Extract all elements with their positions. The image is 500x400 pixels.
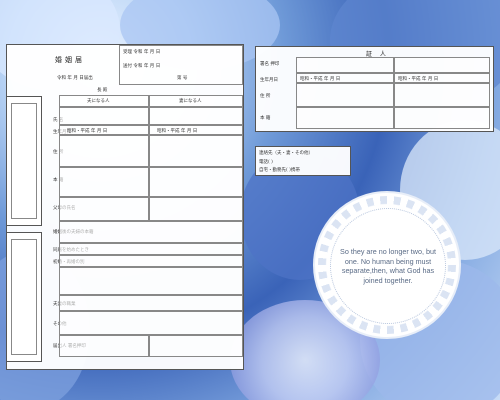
wife-name-field[interactable] [149,107,243,125]
other-field[interactable] [59,311,243,335]
husband-name-field[interactable] [59,107,149,125]
witness-2-address[interactable] [394,83,490,107]
household-type-field[interactable] [59,267,243,295]
witness-birth-label: 生年月日 [260,78,278,83]
wife-birth-text: 昭和・平成 年 月 日 [157,129,198,134]
witness-1-address[interactable] [296,83,394,107]
witness-address-label: 住 所 [260,94,271,99]
margin-note-column [6,96,42,226]
lace-doily: So they are no longer two, but one. No h… [318,196,456,334]
previous-marriage-field[interactable] [59,255,243,267]
attachment-box [11,239,37,355]
contact-home-label: 自宅・勤務先( )携帯 [259,168,300,173]
received-date: 受理 令和 年 月 日 [123,50,161,55]
attachment-column [6,232,42,362]
contact-title: 連絡先（夫・妻・その他） [259,151,313,156]
addressee: 長 殿 [97,88,108,93]
wife-parents-field[interactable] [149,197,243,221]
scripture-quote: So they are no longer two, but one. No h… [340,247,436,285]
husband-birth-text: 昭和・平成 年 月 日 [67,129,108,134]
witness-2-birth-text: 昭和・平成 年 月 日 [398,77,439,82]
contact-phone-label: 電話( ) [259,160,273,165]
witness-1-honseki[interactable] [296,107,394,129]
form-number: 第 号 [177,76,188,81]
wife-honseki-field[interactable] [149,167,243,197]
husband-label: 夫になる人 [87,99,110,104]
new-honseki-field[interactable] [59,221,243,243]
cohabit-field[interactable] [59,243,243,255]
sent-date: 送付 令和 年 月 日 [123,64,161,69]
witness-honseki-label: 本 籍 [260,116,271,121]
margin-note-box [11,103,37,219]
quote-frame: So they are no longer two, but one. No h… [330,208,446,324]
wife-address-field[interactable] [149,135,243,167]
wife-signature-field[interactable] [149,335,243,357]
witness-2-honseki[interactable] [394,107,490,129]
contact-panel: 連絡先（夫・妻・その他） 電話( ) 自宅・勤務先( )携帯 [255,146,351,176]
witness-1-signature[interactable] [296,57,394,73]
witness-2-signature[interactable] [394,57,490,73]
witness-1-birth-text: 昭和・平成 年 月 日 [300,77,341,82]
husband-parents-field[interactable] [59,197,149,221]
husband-signature-field[interactable] [59,335,149,357]
filing-date: 令和 年 月 日届出 [57,76,93,81]
witness-signature-label: 署名 押印 [260,62,280,67]
form-title: 婚姻届 [55,56,85,64]
husband-address-field[interactable] [59,135,149,167]
wife-label: 妻になる人 [179,99,202,104]
witness-panel: 証 人 署名 押印 生年月日 昭和・平成 年 月 日 昭和・平成 年 月 日 住… [255,46,494,132]
occupation-field[interactable] [59,295,243,311]
husband-honseki-field[interactable] [59,167,149,197]
